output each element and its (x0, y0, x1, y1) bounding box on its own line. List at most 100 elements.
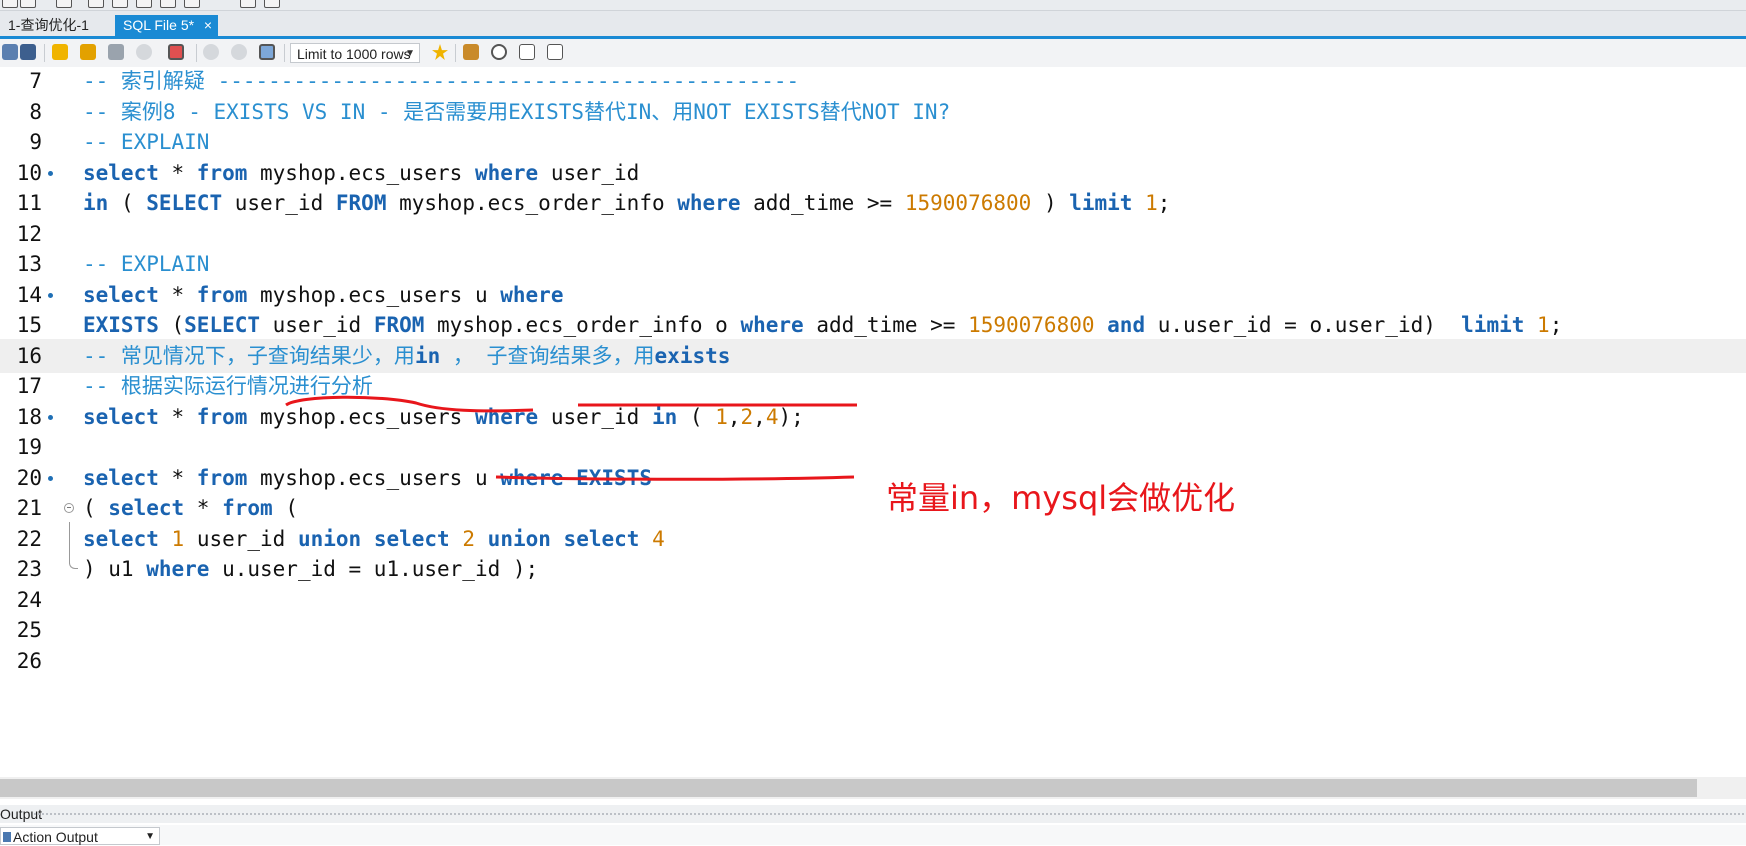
code-text[interactable]: ) u1 where u.user_id = u1.user_id ); (83, 552, 538, 586)
sql-number: 1590076800 (904, 191, 1032, 215)
code-line[interactable]: 21 ( select * from ( (0, 491, 1746, 525)
code-line[interactable]: 10 select * from myshop.ecs_users where u… (0, 156, 1746, 190)
line-number: 19 (16, 435, 42, 459)
invisible-chars-icon[interactable] (519, 44, 535, 60)
statement-marker-icon (48, 292, 53, 298)
sql-identifier: ; (1157, 191, 1171, 215)
code-text[interactable]: select * from myshop.ecs_users where use… (83, 156, 639, 190)
sql-identifier: ( (272, 496, 298, 520)
sql-identifier: , (727, 404, 741, 429)
sql-comment: -- EXPLAIN (83, 252, 210, 276)
code-line[interactable]: 18 select * from myshop.ecs_users where u… (0, 400, 1746, 434)
sql-keyword: in (414, 343, 441, 368)
new-tab-icon[interactable] (2, 0, 18, 8)
code-line[interactable]: 25 (0, 613, 1746, 647)
main-toolbar-strip (0, 0, 1746, 11)
code-line[interactable]: 15 EXISTS (SELECT user_id FROM myshop.ecs… (0, 308, 1746, 342)
output-type-select[interactable]: Action Output ▼ (0, 827, 160, 845)
statement-marker-icon (48, 170, 53, 176)
code-line[interactable]: 22 select 1 user_id union select 2 union … (0, 521, 1746, 556)
code-text[interactable]: select * from myshop.ecs_users where use… (83, 400, 804, 434)
autocommit-icon[interactable] (259, 44, 275, 60)
create-view-icon[interactable] (136, 0, 152, 8)
save-icon[interactable] (20, 44, 36, 60)
sql-keyword: SELECT (184, 313, 261, 337)
fold-guide (69, 552, 78, 569)
info-icon[interactable] (56, 0, 72, 8)
code-line[interactable]: 9 -- EXPLAIN (0, 125, 1746, 159)
sql-editor[interactable]: 7 -- 索引解疑 -------------------------------… (0, 67, 1746, 777)
code-text[interactable]: -- 根据实际运行情况进行分析 (83, 369, 373, 403)
limit-rows-select[interactable]: Limit to 1000 rows ▼ (290, 43, 420, 63)
code-text[interactable]: -- EXPLAIN (83, 125, 209, 159)
code-line[interactable]: 23) u1 where u.user_id = u1.user_id ); (0, 552, 1746, 586)
line-number: 10 (16, 160, 42, 185)
execute-icon[interactable] (52, 44, 68, 60)
beautify-icon[interactable] (463, 44, 479, 60)
sql-identifier: user_id (538, 160, 640, 185)
open-icon[interactable] (2, 44, 18, 60)
tab-label: SQL File 5* (123, 17, 195, 33)
tab-sql-file-5[interactable]: SQL File 5* × (115, 15, 219, 36)
bookmark-icon[interactable] (432, 44, 448, 60)
sql-identifier: * (184, 496, 223, 520)
code-text[interactable]: select * from myshop.ecs_users u where (83, 278, 563, 312)
close-tab-icon[interactable]: × (204, 15, 212, 36)
code-text[interactable]: EXISTS (SELECT user_id FROM myshop.ecs_o… (83, 308, 1562, 342)
sql-identifier: myshop.ecs_order_info (386, 191, 678, 215)
code-line[interactable]: 14 select * from myshop.ecs_users u where (0, 278, 1746, 312)
chevron-down-icon: ▼ (145, 831, 155, 842)
code-text[interactable]: -- 案例8 - EXISTS VS IN - 是否需要用EXISTS替代IN、… (83, 95, 950, 129)
code-line[interactable]: 11 in ( SELECT user_id FROM myshop.ecs_or… (0, 186, 1746, 220)
code-line[interactable]: 20 select * from myshop.ecs_users u where… (0, 461, 1746, 495)
toggle-continue-icon[interactable] (168, 44, 184, 60)
sql-identifier: user_id (538, 404, 652, 429)
code-line[interactable]: 17 -- 根据实际运行情况进行分析 (0, 369, 1746, 403)
code-line[interactable]: 8 -- 案例8 - EXISTS VS IN - 是否需要用EXISTS替代IN… (0, 95, 1746, 129)
code-text[interactable]: select * from myshop.ecs_users u where E… (83, 461, 652, 495)
sql-keyword: exists (654, 343, 731, 368)
open-sql-icon[interactable] (20, 0, 36, 8)
code-line[interactable]: 13 -- EXPLAIN (0, 247, 1746, 281)
wrap-icon[interactable] (547, 44, 563, 60)
rollback-icon[interactable] (231, 44, 247, 60)
code-line[interactable]: 24 (0, 583, 1746, 617)
stop-icon[interactable] (136, 44, 152, 60)
code-line[interactable]: 16 -- 常见情况下，子查询结果少，用in ， 子查询结果多，用exists (0, 338, 1746, 373)
sql-keyword: and (1107, 313, 1146, 337)
search-table-icon[interactable] (240, 0, 256, 8)
find-icon[interactable] (491, 44, 507, 60)
sql-identifier (361, 527, 374, 551)
sql-keyword: from (196, 282, 248, 307)
execute-current-icon[interactable] (80, 44, 96, 60)
scrollbar-thumb[interactable] (0, 779, 1697, 797)
code-line[interactable]: 26 (0, 644, 1746, 678)
explain-icon[interactable] (108, 44, 124, 60)
code-line[interactable]: 7 -- 索引解疑 -------------------------------… (0, 64, 1746, 98)
code-text[interactable]: -- 索引解疑 --------------------------------… (83, 64, 799, 98)
fold-toggle-icon[interactable] (64, 503, 74, 513)
sql-keyword: FROM (335, 191, 387, 215)
code-line[interactable]: 12 (0, 217, 1746, 251)
create-schema-icon[interactable] (88, 0, 104, 8)
create-function-icon[interactable] (184, 0, 200, 8)
code-text[interactable]: in ( SELECT user_id FROM myshop.ecs_orde… (83, 186, 1170, 220)
line-number: 20 (16, 465, 42, 490)
code-text[interactable]: -- 常见情况下，子查询结果少，用in ， 子查询结果多，用exists (83, 339, 730, 373)
resize-grip[interactable] (33, 812, 1746, 816)
sql-identifier: myshop.ecs_users u (247, 465, 501, 490)
create-procedure-icon[interactable] (160, 0, 176, 8)
create-table-icon[interactable] (112, 0, 128, 8)
tab-query-optimization[interactable]: 1-查询优化-1 (0, 15, 97, 36)
output-type-value: Action Output (13, 829, 98, 845)
reconnect-icon[interactable] (264, 0, 280, 8)
code-text[interactable]: ( select * from ( (83, 491, 298, 525)
sql-keyword: where (500, 282, 564, 307)
code-text[interactable]: select 1 user_id union select 2 union se… (83, 522, 665, 556)
sql-identifier (475, 527, 488, 551)
commit-icon[interactable] (203, 44, 219, 60)
editor-tab-bar: 1-查询优化-1 SQL File 5* × (0, 11, 1746, 39)
horizontal-scrollbar[interactable] (0, 777, 1746, 799)
code-text[interactable]: -- EXPLAIN (83, 247, 209, 281)
code-line[interactable]: 19 (0, 430, 1746, 464)
